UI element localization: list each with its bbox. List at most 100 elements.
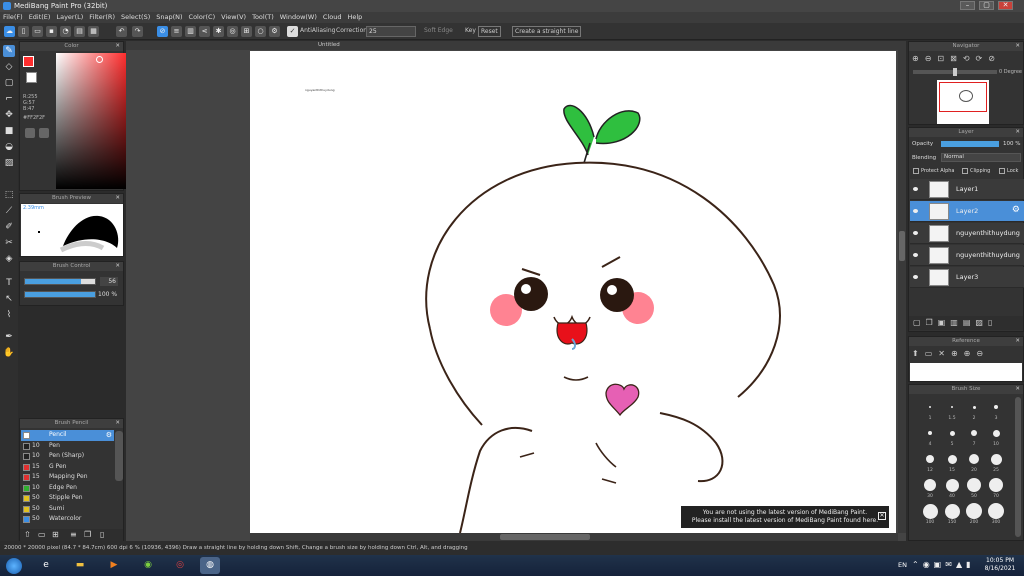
reference-toolbar[interactable]: ⬆▭✕⊕⊕⊖ xyxy=(912,349,989,358)
vertical-scroll-thumb[interactable] xyxy=(899,231,905,261)
menu-layer[interactable]: Layer(L) xyxy=(53,12,86,22)
start-button[interactable] xyxy=(6,558,22,574)
brush-size-option[interactable] xyxy=(947,454,957,464)
clipping-checkbox[interactable] xyxy=(962,168,968,174)
brush-list-item[interactable]: 50 Watercolor xyxy=(21,514,114,525)
correction-select[interactable]: 25 xyxy=(366,26,416,37)
save-icon[interactable]: ▪ xyxy=(46,26,57,37)
layer-row[interactable]: Layer1 xyxy=(910,179,1024,200)
gradient-tool-icon[interactable]: ▨ xyxy=(3,157,15,169)
menu-edit[interactable]: Edit(E) xyxy=(26,12,54,22)
close-icon[interactable]: ✕ xyxy=(878,512,886,520)
chrome-icon[interactable]: ◎ xyxy=(170,557,190,574)
brush-new-icon[interactable]: ▭ xyxy=(38,530,46,539)
close-icon[interactable]: ✕ xyxy=(1015,42,1020,51)
move-tool-icon[interactable]: ✥ xyxy=(3,109,15,121)
add-color-icon[interactable] xyxy=(39,128,49,138)
brush-size-option[interactable] xyxy=(994,405,998,409)
brush-delete-icon[interactable]: ▯ xyxy=(100,530,104,539)
redo-icon[interactable]: ↷ xyxy=(132,26,143,37)
brush-size-option[interactable] xyxy=(922,503,938,519)
snap-curve-icon[interactable]: ⊞ xyxy=(241,26,252,37)
open-icon[interactable]: ▭ xyxy=(32,26,43,37)
cloud-icon[interactable]: ☁ xyxy=(4,26,15,37)
brush-size-option[interactable] xyxy=(951,406,953,408)
minimize-button[interactable]: – xyxy=(960,1,975,10)
brush-size-option[interactable] xyxy=(969,454,979,464)
background-color-swatch[interactable] xyxy=(26,72,37,83)
brush-size-option[interactable] xyxy=(972,405,976,409)
new-file-icon[interactable]: ▯ xyxy=(18,26,29,37)
eye-icon[interactable] xyxy=(913,209,918,213)
eye-icon[interactable] xyxy=(913,187,918,191)
eye-icon[interactable] xyxy=(913,275,918,279)
close-icon[interactable]: ✕ xyxy=(115,419,120,428)
pen-tool-icon[interactable]: ✒ xyxy=(3,331,15,343)
brush-settings-icon[interactable]: ⚙ xyxy=(106,430,112,441)
blending-select[interactable]: Normal xyxy=(941,153,1021,162)
brush-list-item[interactable]: 10 Pen (Sharp) xyxy=(21,451,114,462)
brush-size-option[interactable] xyxy=(989,478,1003,492)
brush-size-option[interactable] xyxy=(967,478,981,492)
brush-list-item[interactable]: 10 Edge Pen xyxy=(21,483,114,494)
menu-window[interactable]: Window(W) xyxy=(277,12,320,22)
reference-image-area[interactable] xyxy=(910,363,1022,381)
close-button[interactable]: ✕ xyxy=(998,1,1013,10)
close-icon[interactable]: ✕ xyxy=(1015,385,1020,394)
brush-size-option[interactable] xyxy=(945,478,959,492)
clock[interactable]: 10:05 PM 8/16/2021 xyxy=(980,557,1020,573)
magic-wand-icon[interactable]: ⟋ xyxy=(3,205,15,217)
straight-line-button[interactable]: Create a straight line xyxy=(512,26,582,37)
brush-list-item[interactable]: 10 Pen xyxy=(21,441,114,452)
text-tool-icon[interactable]: T xyxy=(3,277,15,289)
undo-icon[interactable]: ↶ xyxy=(116,26,127,37)
menu-color[interactable]: Color(C) xyxy=(186,12,219,22)
ie-icon[interactable]: e xyxy=(36,557,56,574)
close-icon[interactable]: ✕ xyxy=(115,42,120,51)
brush-list-item[interactable]: Pencil ⚙ xyxy=(21,430,114,441)
media-player-icon[interactable]: ▶ xyxy=(104,557,124,574)
soft-edge-label[interactable]: Soft Edge xyxy=(424,27,453,34)
dot-tool-icon[interactable]: ▢ xyxy=(3,77,15,89)
lasso-tool-icon[interactable]: ⬚ xyxy=(3,189,15,201)
close-icon[interactable]: ✕ xyxy=(1015,128,1020,137)
eye-icon[interactable] xyxy=(913,231,918,235)
brush-menu-icon[interactable]: ≡ xyxy=(70,530,77,539)
saturation-value-picker[interactable] xyxy=(56,53,130,189)
protect-alpha-checkbox[interactable] xyxy=(913,168,919,174)
share-icon[interactable]: ◔ xyxy=(60,26,71,37)
brush-list-scrollbar[interactable] xyxy=(115,431,123,481)
brush-size-slider[interactable] xyxy=(24,278,96,285)
shape-tool-icon[interactable]: ■ xyxy=(3,125,15,137)
snap-off-icon[interactable]: ⊘ xyxy=(157,26,168,37)
crop-icon[interactable]: ▦ xyxy=(88,26,99,37)
brush-copy-icon[interactable]: ❐ xyxy=(84,530,91,539)
app-green-icon[interactable]: ◉ xyxy=(138,557,158,574)
drawing-canvas[interactable]: nguyenthithuydung xyxy=(250,51,896,534)
snap-vanish-icon[interactable]: ⋖ xyxy=(199,26,210,37)
tray-icons[interactable]: ⌃◉▣✉▲▮ xyxy=(912,560,975,569)
menu-select[interactable]: Select(S) xyxy=(118,12,153,22)
menu-filter[interactable]: Filter(R) xyxy=(86,12,118,22)
layer-row[interactable]: Layer2 ⚙ xyxy=(910,201,1024,222)
close-icon[interactable]: ✕ xyxy=(115,262,120,271)
export-icon[interactable]: ▤ xyxy=(74,26,85,37)
divide-tool-icon[interactable]: ◈ xyxy=(3,253,15,265)
menu-file[interactable]: File(F) xyxy=(0,12,26,22)
antialiasing-checkbox[interactable]: ✓ xyxy=(287,26,298,37)
menu-view[interactable]: View(V) xyxy=(218,12,249,22)
layer-footer-toolbar[interactable]: ▢❐▣▥▤▨▯ xyxy=(909,316,1023,330)
layer-row[interactable]: nguyenthithuydung xyxy=(910,223,1024,244)
lock-checkbox[interactable] xyxy=(999,168,1005,174)
layer-opacity-slider[interactable] xyxy=(941,141,999,147)
upload-icon[interactable]: ⇧ xyxy=(24,530,31,539)
select-eraser-icon[interactable]: ✂ xyxy=(3,237,15,249)
document-title[interactable]: Untitled xyxy=(318,42,340,48)
brush-size-value[interactable]: 56 xyxy=(100,277,118,286)
hand-tool-icon[interactable]: ✋ xyxy=(3,347,15,359)
brush-tool-icon[interactable]: ✎ xyxy=(3,45,15,57)
brush-size-option[interactable] xyxy=(992,429,1000,437)
brush-add-icon[interactable]: ⊞ xyxy=(52,530,59,539)
brush-list-item[interactable]: 15 Mapping Pen xyxy=(21,472,114,483)
layer-row[interactable]: Layer3 xyxy=(910,267,1024,288)
